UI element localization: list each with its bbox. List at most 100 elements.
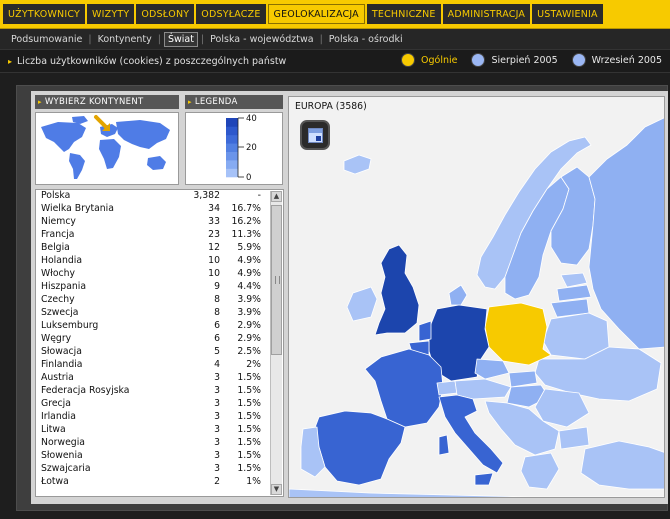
option-wrzesien-2005[interactable]: Wrzesień 2005 xyxy=(571,53,662,67)
country-name: Francja xyxy=(41,229,75,240)
user-percent: 1.5% xyxy=(237,398,261,409)
table-row[interactable]: Słowacja 5 2.5% xyxy=(36,346,283,359)
user-count: 4 xyxy=(214,359,220,370)
table-row[interactable]: Słowenia 3 1.5% xyxy=(36,450,283,463)
table-row[interactable]: Francja 23 11.3% xyxy=(36,229,283,242)
user-count: 5 xyxy=(214,346,220,357)
table-scrollbar[interactable]: ▲ ▼ xyxy=(270,191,282,495)
country-table: Polska 3,382- Wielka Brytania 34 16.7% Niem… xyxy=(35,189,284,497)
country-name: Wielka Brytania xyxy=(41,203,114,214)
tab-geolokalizacja[interactable]: GEOLOKALIZACJA xyxy=(267,4,365,24)
map-region-russia[interactable] xyxy=(588,117,665,350)
table-row[interactable]: Czechy 8 3.9% xyxy=(36,294,283,307)
subtab-podsumowanie[interactable]: Podsumowanie xyxy=(8,33,85,46)
table-row[interactable]: Niemcy 33 16.2% xyxy=(36,216,283,229)
subtab-kontynenty[interactable]: Kontynenty xyxy=(95,33,155,46)
tab-uzytkownicy[interactable]: UŻYTKOWNICY xyxy=(3,4,86,24)
map-region-great-britain[interactable] xyxy=(374,244,420,336)
option-sierpien-2005[interactable]: Sierpień 2005 xyxy=(471,53,558,67)
map-region-netherlands[interactable] xyxy=(418,320,432,342)
map-region-switzerland[interactable] xyxy=(436,380,458,396)
scroll-thumb[interactable] xyxy=(271,205,282,355)
europe-map[interactable] xyxy=(289,97,665,498)
country-name: Łotwa xyxy=(41,476,69,487)
country-name: Irlandia xyxy=(41,411,76,422)
tab-techniczne[interactable]: TECHNICZNE xyxy=(366,4,441,24)
table-row[interactable]: Norwegia 3 1.5% xyxy=(36,437,283,450)
tab-ustawienia[interactable]: USTAWIENIA xyxy=(532,4,603,24)
option-ogolnie[interactable]: Ogólnie xyxy=(401,53,457,67)
map-region-turkey[interactable] xyxy=(580,440,665,490)
table-row[interactable]: Finlandia 4 2% xyxy=(36,359,283,372)
continent-panel-title: WYBIERZ KONTYNENT xyxy=(44,97,144,107)
map-region-czechia[interactable] xyxy=(474,358,510,380)
world-map-thumbnail[interactable] xyxy=(36,113,178,184)
table-row[interactable]: Litwa 3 1.5% xyxy=(36,424,283,437)
table-row[interactable]: Irlandia 3 1.5% xyxy=(36,411,283,424)
user-percent: 1.5% xyxy=(237,385,261,396)
user-percent: 3.9% xyxy=(237,307,261,318)
tab-wizyty[interactable]: WIZYTY xyxy=(87,4,135,24)
user-percent: 1.5% xyxy=(237,450,261,461)
user-count: 2 xyxy=(214,476,220,487)
map-region-latvia[interactable] xyxy=(556,284,592,302)
subnav-separator: | xyxy=(157,33,161,45)
map-region-iceland[interactable] xyxy=(343,154,372,175)
user-percent: 1.5% xyxy=(237,372,261,383)
table-row[interactable]: Wielka Brytania 34 16.7% xyxy=(36,203,283,216)
legend-swatch xyxy=(226,143,238,153)
table-row[interactable]: Grecja 3 1.5% xyxy=(36,398,283,411)
scroll-down-icon[interactable]: ▼ xyxy=(271,484,282,495)
tab-odslony[interactable]: ODSŁONY xyxy=(136,4,195,24)
country-name: Hiszpania xyxy=(41,281,87,292)
info-bar: ▸ Liczba użytkowników (cookies) z poszcz… xyxy=(0,49,670,73)
map-region-sicily[interactable] xyxy=(474,472,494,486)
continent-picker[interactable] xyxy=(35,112,179,185)
map-region-greece[interactable] xyxy=(520,452,560,490)
table-row[interactable]: Federacja Rosyjska 3 1.5% xyxy=(36,385,283,398)
table-row[interactable]: Hiszpania 9 4.4% xyxy=(36,281,283,294)
main-frame: ▸ WYBIERZ KONTYNENT ▸ LEGENDA 40 20 0 Po… xyxy=(16,85,668,511)
user-count: 3 xyxy=(214,385,220,396)
map-region-denmark[interactable] xyxy=(448,284,468,306)
user-count: 8 xyxy=(214,307,220,318)
option-label: Wrzesień 2005 xyxy=(591,54,662,66)
table-row[interactable]: Luksemburg 6 2.9% xyxy=(36,320,283,333)
subtab-polska-osrodki[interactable]: Polska - ośrodki xyxy=(326,33,406,46)
map-region-bulgaria[interactable] xyxy=(558,426,590,450)
subtab-swiat[interactable]: Świat xyxy=(163,31,198,47)
map-region-spain[interactable] xyxy=(312,410,406,486)
table-row[interactable]: Austria 3 1.5% xyxy=(36,372,283,385)
map-region-sardinia[interactable] xyxy=(438,434,450,456)
subtab-polska-wojewodztwa[interactable]: Polska - województwa xyxy=(207,33,316,46)
scroll-up-icon[interactable]: ▲ xyxy=(271,191,282,202)
tab-administracja[interactable]: ADMINISTRACJA xyxy=(442,4,531,24)
table-row[interactable]: Szwecja 8 3.9% xyxy=(36,307,283,320)
country-name: Finlandia xyxy=(41,359,83,370)
table-row[interactable]: Węgry 6 2.9% xyxy=(36,333,283,346)
user-percent: 4.9% xyxy=(237,268,261,279)
sub-navigation: Podsumowanie | Kontynenty | Świat | Pols… xyxy=(0,29,670,49)
table-row[interactable]: Włochy 10 4.9% xyxy=(36,268,283,281)
country-name: Austria xyxy=(41,372,74,383)
map-region-estonia[interactable] xyxy=(560,272,588,288)
user-percent: 4.9% xyxy=(237,255,261,266)
map-region-austria[interactable] xyxy=(454,378,512,400)
legend-swatch xyxy=(226,118,238,127)
table-row[interactable]: Holandia 10 4.9% xyxy=(36,255,283,268)
user-count: 23 xyxy=(208,229,220,240)
map-region-ireland[interactable] xyxy=(346,286,378,322)
map-region-poland[interactable] xyxy=(484,302,552,366)
tab-odsylacze[interactable]: ODSYŁACZE xyxy=(196,4,266,24)
map-region-north-africa[interactable] xyxy=(289,488,665,498)
user-count: 34 xyxy=(208,203,220,214)
table-row[interactable]: Szwajcaria 3 1.5% xyxy=(36,463,283,476)
table-row[interactable]: Polska 3,382 - xyxy=(36,190,283,203)
country-name: Niemcy xyxy=(41,216,76,227)
radio-dot-icon xyxy=(471,53,486,67)
country-name: Grecja xyxy=(41,398,71,409)
user-count: 6 xyxy=(214,320,220,331)
map-region-slovakia[interactable] xyxy=(508,370,538,388)
table-row[interactable]: Łotwa 2 1% xyxy=(36,476,283,489)
table-row[interactable]: Belgia 12 5.9% xyxy=(36,242,283,255)
